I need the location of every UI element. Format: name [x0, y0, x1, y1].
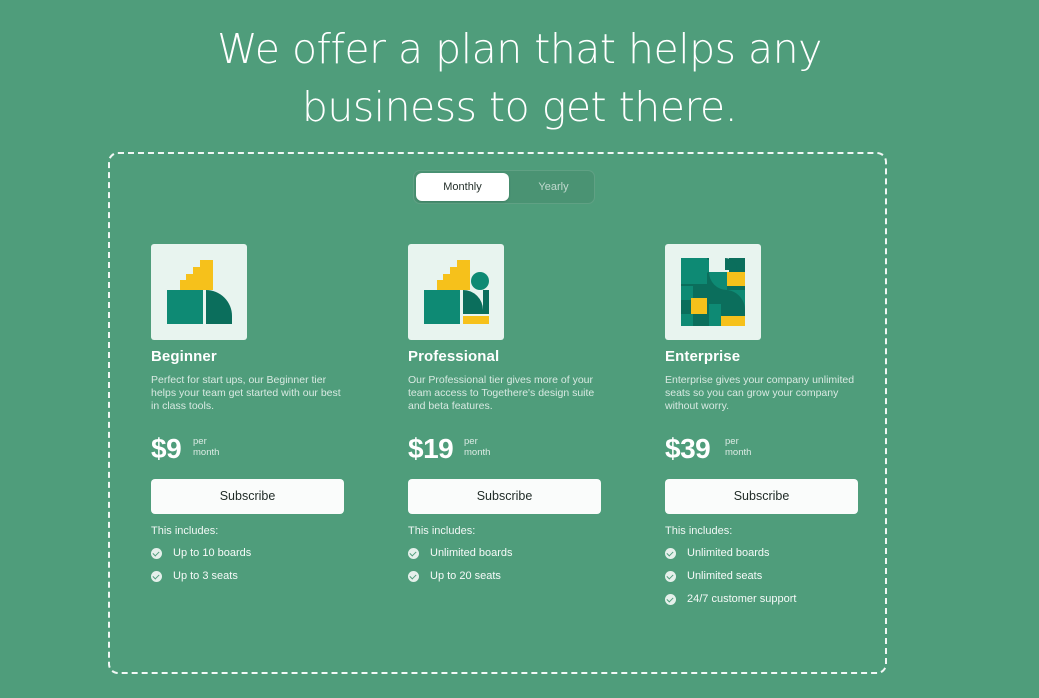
subscribe-button[interactable]: Subscribe	[151, 479, 344, 514]
staircase-block-illustration-icon	[151, 244, 247, 340]
plan-card-beginner: Beginner Perfect for start ups, our Begi…	[151, 244, 345, 583]
price-period: per month	[725, 436, 751, 458]
includes-title: This includes:	[151, 525, 219, 537]
page-headline: We offer a plan that helps any business …	[0, 20, 1039, 136]
check-circle-icon	[151, 548, 162, 559]
plan-card-enterprise: Enterprise Enterprise gives your company…	[665, 244, 859, 606]
feature-label: Unlimited seats	[687, 570, 763, 582]
plan-card-professional: Professional Our Professional tier gives…	[408, 244, 602, 583]
feature-item: Up to 20 seats	[408, 570, 602, 583]
price-per: per	[464, 436, 478, 447]
price-per: per	[725, 436, 739, 447]
check-circle-icon	[665, 571, 676, 582]
price-period: per month	[193, 436, 219, 458]
feature-label: Up to 20 seats	[430, 570, 501, 582]
billing-toggle: Monthly Yearly	[413, 170, 595, 204]
feature-label: Unlimited boards	[430, 547, 513, 559]
plan-price: $39	[665, 433, 711, 464]
headline-line-2: business to get there.	[301, 83, 738, 131]
subscribe-button[interactable]: Subscribe	[665, 479, 858, 514]
check-circle-icon	[408, 571, 419, 582]
includes-title: This includes:	[665, 525, 733, 537]
price-month: month	[193, 447, 220, 458]
price-row: $9 per month	[151, 434, 345, 466]
headline-line-1: We offer a plan that helps any	[217, 25, 822, 73]
price-period: per month	[464, 436, 490, 458]
price-row: $19 per month	[408, 434, 602, 466]
feature-item: 24/7 customer support	[665, 593, 859, 606]
check-circle-icon	[665, 594, 676, 605]
feature-item: Up to 3 seats	[151, 570, 345, 583]
feature-item: Unlimited boards	[408, 547, 602, 560]
check-circle-icon	[665, 548, 676, 559]
price-per: per	[193, 436, 207, 447]
feature-item: Unlimited boards	[665, 547, 859, 560]
feature-label: 24/7 customer support	[687, 593, 797, 605]
price-month: month	[464, 447, 491, 458]
price-month: month	[725, 447, 752, 458]
plan-name: Beginner	[151, 348, 217, 365]
feature-label: Up to 10 boards	[173, 547, 252, 559]
subscribe-button[interactable]: Subscribe	[408, 479, 601, 514]
check-circle-icon	[408, 548, 419, 559]
toggle-yearly[interactable]: Yearly	[507, 173, 600, 201]
staircase-circle-illustration-icon	[408, 244, 504, 340]
feature-label: Unlimited boards	[687, 547, 770, 559]
plan-description: Our Professional tier gives more of your…	[408, 374, 595, 412]
plan-price: $9	[151, 433, 182, 464]
plan-description: Perfect for start ups, our Beginner tier…	[151, 374, 341, 412]
feature-label: Up to 3 seats	[173, 570, 238, 582]
plan-name: Enterprise	[665, 348, 741, 365]
plan-name: Professional	[408, 348, 500, 365]
plan-price: $19	[408, 433, 454, 464]
check-circle-icon	[151, 571, 162, 582]
toggle-monthly[interactable]: Monthly	[416, 173, 509, 201]
feature-item: Up to 10 boards	[151, 547, 345, 560]
includes-title: This includes:	[408, 525, 476, 537]
feature-item: Unlimited seats	[665, 570, 859, 583]
geometric-grid-illustration-icon	[665, 244, 761, 340]
plan-description: Enterprise gives your company unlimited …	[665, 374, 855, 412]
price-row: $39 per month	[665, 434, 859, 466]
